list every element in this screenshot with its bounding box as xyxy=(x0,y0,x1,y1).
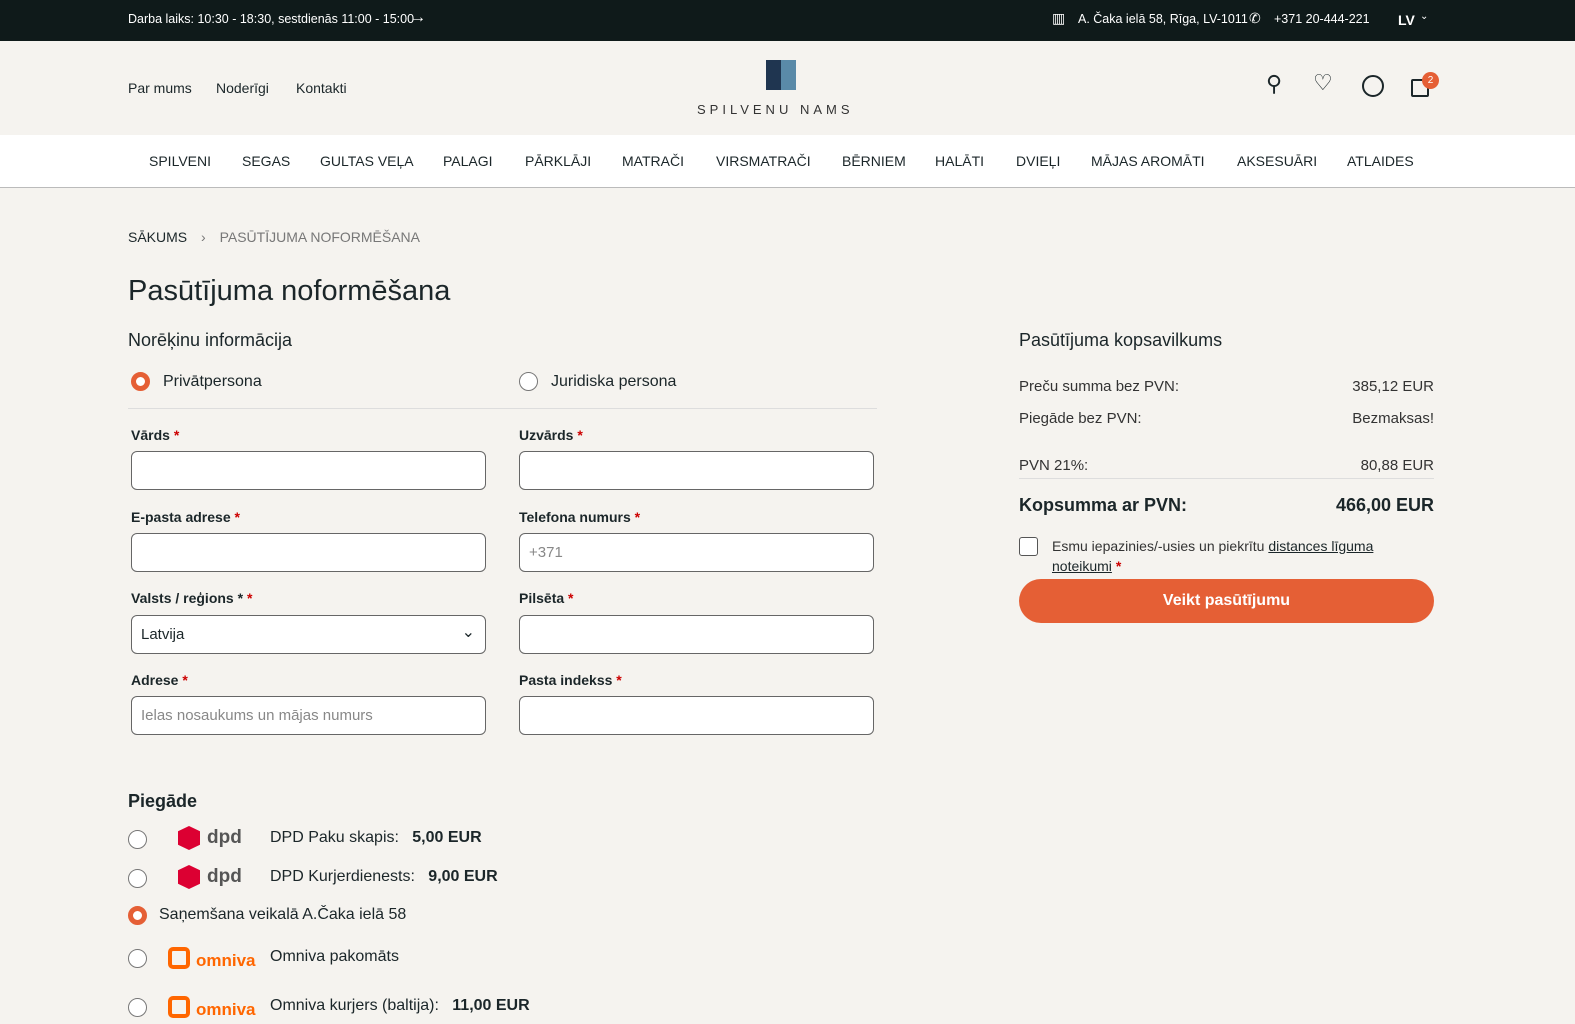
surname-label: Uzvārds * xyxy=(519,427,583,443)
language-selector[interactable]: LV xyxy=(1398,12,1415,28)
nav-item[interactable]: PALAGI xyxy=(443,153,493,169)
vat-value: 80,88 EUR xyxy=(1361,457,1434,474)
terms-text: Esmu iepazinies/-usies un piekrītu dista… xyxy=(1052,536,1412,576)
dpd-logo-icon xyxy=(178,865,200,889)
phone-input[interactable] xyxy=(519,533,874,572)
nav-item[interactable]: AKSESUĀRI xyxy=(1237,153,1317,169)
page-title: Pasūtījuma noformēšana xyxy=(128,275,450,308)
logo-icon[interactable] xyxy=(766,60,796,90)
dpd-logo-icon xyxy=(178,826,200,850)
goods-value: 385,12 EUR xyxy=(1352,378,1434,395)
shipping-label: Piegāde bez PVN: xyxy=(1019,410,1142,427)
omniva-logo-text: omniva xyxy=(196,951,256,971)
breadcrumb-home[interactable]: SĀKUMS xyxy=(128,229,187,245)
heart-icon[interactable]: ♡ xyxy=(1313,70,1333,96)
delivery-option-label: Omniva pakomāts xyxy=(270,948,399,966)
top-bar: Darba laiks: 10:30 - 18:30, sestdienās 1… xyxy=(0,0,1575,41)
delivery-radio-dpd-locker[interactable] xyxy=(128,830,147,849)
summary-heading: Pasūtījuma kopsavilkums xyxy=(1019,330,1222,351)
nav-item[interactable]: DVIEĻI xyxy=(1016,153,1060,169)
nav-item[interactable]: MĀJAS AROMĀTI xyxy=(1091,153,1205,169)
country-select[interactable]: Latvija⌄ xyxy=(131,615,486,654)
name-input[interactable] xyxy=(131,451,486,490)
cart-count-badge: 2 xyxy=(1422,72,1439,89)
store-icon: ▥ xyxy=(1052,10,1065,27)
place-order-button[interactable]: Veikt pasūtījumu xyxy=(1019,579,1434,623)
dpd-logo-text: dpd xyxy=(207,866,242,888)
nav-item[interactable]: SEGAS xyxy=(242,153,290,169)
phone-icon: ✆ xyxy=(1249,10,1261,27)
address-label: Adrese * xyxy=(131,672,188,688)
nav-item[interactable]: PĀRKLĀJI xyxy=(525,153,591,169)
city-label: Pilsēta * xyxy=(519,590,573,606)
vat-label: PVN 21%: xyxy=(1019,457,1088,474)
delivery-option-label: Saņemšana veikalā A.Čaka ielā 58 xyxy=(159,906,406,924)
surname-input[interactable] xyxy=(519,451,874,490)
store-address[interactable]: A. Čaka ielā 58, Rīga, LV-1011 xyxy=(1078,12,1248,26)
nav-item[interactable]: SPILVENI xyxy=(149,153,211,169)
store-phone[interactable]: +371 20-444-221 xyxy=(1274,12,1370,26)
goods-label: Preču summa bez PVN: xyxy=(1019,378,1179,395)
divider xyxy=(1019,478,1434,479)
email-label: E-pasta adrese * xyxy=(131,509,240,525)
header: Par mums Noderīgi Kontakti SPILVENU NAMS… xyxy=(0,41,1575,135)
zip-label: Pasta indekss * xyxy=(519,672,622,688)
legal-person-label: Juridiska persona xyxy=(551,373,676,391)
legal-person-radio[interactable] xyxy=(519,372,538,391)
delivery-option-label: Omniva kurjers (baltija): 11,00 EUR xyxy=(270,997,530,1015)
delivery-radio-dpd-courier[interactable] xyxy=(128,869,147,888)
total-value: 466,00 EUR xyxy=(1336,495,1434,516)
dpd-logo-text: dpd xyxy=(207,827,242,849)
terms-checkbox[interactable] xyxy=(1019,537,1038,556)
account-icon[interactable] xyxy=(1362,75,1384,97)
arrow-right-icon[interactable]: → xyxy=(410,9,426,27)
chevron-down-icon[interactable]: ⌄ xyxy=(1420,11,1428,22)
nav-item[interactable]: VIRSMATRAČI xyxy=(716,153,811,169)
nav-item[interactable]: BĒRNIEM xyxy=(842,153,906,169)
chevron-down-icon: ⌄ xyxy=(462,614,475,651)
breadcrumb-current: PASŪTĪJUMA NOFORMĒŠANA xyxy=(220,229,420,245)
delivery-option-label: DPD Kurjerdienests: 9,00 EUR xyxy=(270,868,498,886)
nav-item[interactable]: ATLAIDES xyxy=(1347,153,1414,169)
main-nav: SPILVENI SEGAS GULTAS VEĻA PALAGI PĀRKLĀ… xyxy=(0,135,1575,188)
nav-item[interactable]: GULTAS VEĻA xyxy=(320,153,414,169)
private-person-label: Privātpersona xyxy=(163,373,262,391)
shipping-value: Bezmaksas! xyxy=(1352,410,1434,427)
delivery-radio-store-pickup[interactable] xyxy=(128,906,147,925)
delivery-option-label: DPD Paku skapis: 5,00 EUR xyxy=(270,829,482,847)
omniva-logo-text: omniva xyxy=(196,1000,256,1020)
omniva-logo-icon xyxy=(168,947,190,969)
search-icon[interactable]: ⚲ xyxy=(1266,71,1282,97)
billing-heading: Norēķinu informācija xyxy=(128,330,292,351)
name-label: Vārds * xyxy=(131,427,179,443)
private-person-radio[interactable] xyxy=(131,372,150,391)
country-label: Valsts / reģions * * xyxy=(131,590,252,606)
nav-item[interactable]: HALĀTI xyxy=(935,153,984,169)
total-label: Kopsumma ar PVN: xyxy=(1019,495,1187,516)
delivery-radio-omniva-courier[interactable] xyxy=(128,998,147,1017)
divider xyxy=(128,408,877,409)
delivery-heading: Piegāde xyxy=(128,791,197,812)
link-useful[interactable]: Noderīgi xyxy=(216,80,269,96)
phone-label: Telefona numurs * xyxy=(519,509,640,525)
address-input[interactable] xyxy=(131,696,486,735)
city-input[interactable] xyxy=(519,615,874,654)
breadcrumb: SĀKUMS › PASŪTĪJUMA NOFORMĒŠANA xyxy=(128,229,420,245)
logo-text[interactable]: SPILVENU NAMS xyxy=(697,102,854,117)
chevron-right-icon: › xyxy=(201,229,206,245)
working-hours: Darba laiks: 10:30 - 18:30, sestdienās 1… xyxy=(128,12,414,26)
nav-item[interactable]: MATRAČI xyxy=(622,153,684,169)
omniva-logo-icon xyxy=(168,996,190,1018)
link-about[interactable]: Par mums xyxy=(128,80,192,96)
delivery-radio-omniva-locker[interactable] xyxy=(128,949,147,968)
zip-input[interactable] xyxy=(519,696,874,735)
email-input[interactable] xyxy=(131,533,486,572)
link-contacts[interactable]: Kontakti xyxy=(296,80,347,96)
